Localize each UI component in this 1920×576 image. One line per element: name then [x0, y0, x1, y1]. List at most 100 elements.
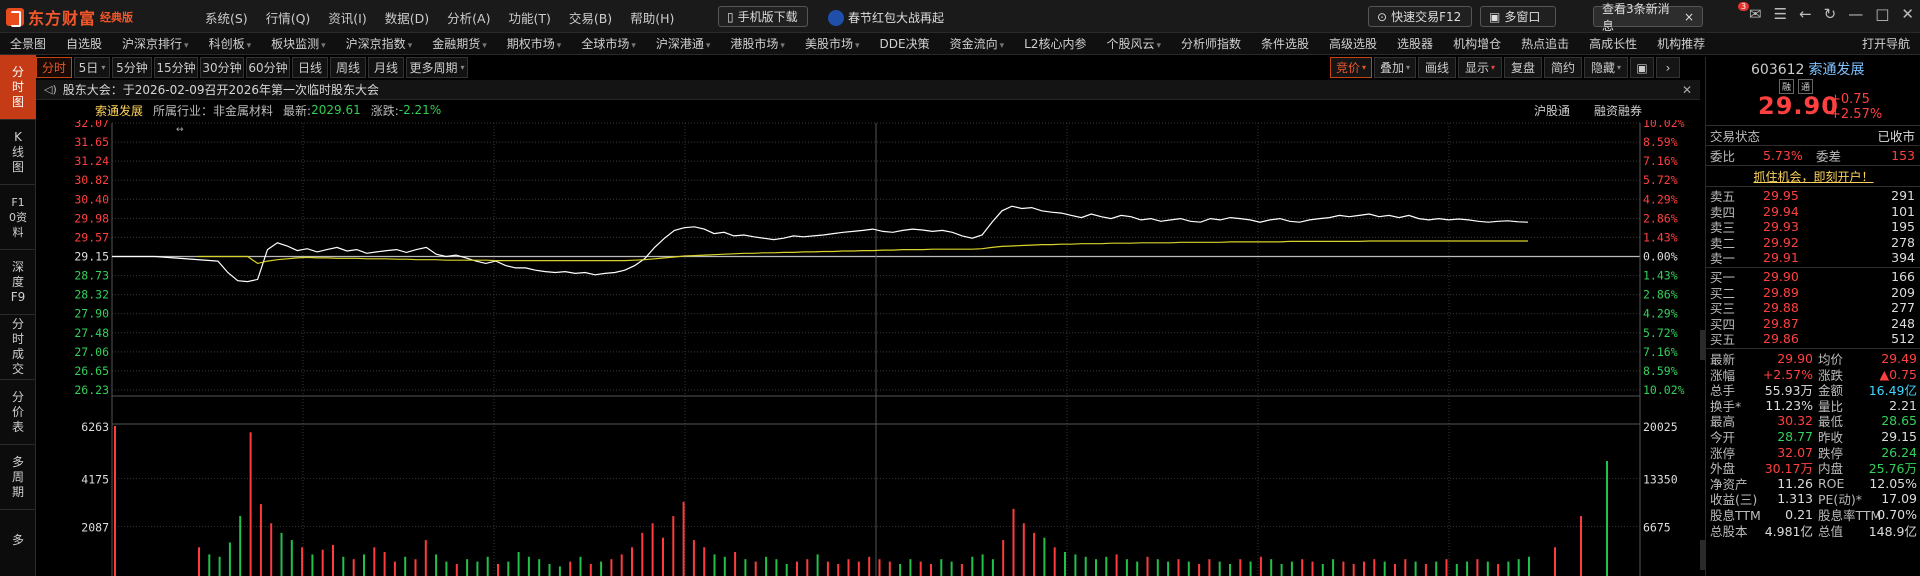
- menu-system[interactable]: 系统(S): [205, 8, 248, 27]
- menu-trade[interactable]: 交易(B): [569, 8, 612, 27]
- menu-help[interactable]: 帮助(H): [630, 8, 674, 27]
- mail-icon[interactable]: ✉: [1749, 5, 1762, 23]
- hk-connect-tag[interactable]: 沪股通: [1534, 102, 1570, 119]
- tab-f10[interactable]: F10资料: [0, 185, 36, 250]
- nav-item-6[interactable]: 金融期货 ▾: [422, 35, 497, 52]
- tab-more[interactable]: 多: [0, 510, 36, 570]
- nav-item-17[interactable]: 条件选股: [1251, 35, 1319, 52]
- nav-item-9[interactable]: 沪深港通 ▾: [646, 35, 721, 52]
- nav-item-19[interactable]: 选股器: [1387, 35, 1443, 52]
- nav-item-22[interactable]: 高成长性: [1579, 35, 1647, 52]
- nav-item-16[interactable]: 分析师指数: [1171, 35, 1251, 52]
- nav-item-24[interactable]: 打开导航: [1852, 35, 1920, 52]
- period-15min[interactable]: 15分钟: [154, 57, 198, 78]
- tab-ticks[interactable]: 分时成交: [0, 315, 36, 380]
- nav-item-1[interactable]: 自选股: [56, 35, 112, 52]
- nav-item-12[interactable]: DDE决策: [870, 35, 940, 52]
- period-60min[interactable]: 60分钟: [246, 57, 290, 78]
- menu-data[interactable]: 数据(D): [385, 8, 429, 27]
- mobile-download-button[interactable]: ▯ 手机版下载: [718, 6, 808, 27]
- ask-row[interactable]: 卖五 29.95 291: [1706, 188, 1920, 204]
- nav-item-8[interactable]: 全球市场 ▾: [571, 35, 646, 52]
- volume-bar: [1187, 561, 1190, 576]
- period-30min[interactable]: 30分钟: [200, 57, 244, 78]
- nav-item-10[interactable]: 港股市场 ▾: [720, 35, 795, 52]
- bid-row[interactable]: 买三 29.88 277: [1706, 300, 1920, 316]
- window-close-icon[interactable]: ✕: [1901, 5, 1914, 23]
- collapse-right-icon[interactable]: ›: [1656, 57, 1680, 78]
- close-icon[interactable]: ✕: [1682, 83, 1692, 97]
- tool-overlay[interactable]: 叠加 ▾: [1374, 57, 1416, 78]
- nav-item-14[interactable]: L2核心内参: [1014, 35, 1096, 52]
- ask-row[interactable]: 卖二 29.92 278: [1706, 235, 1920, 251]
- menu-analysis[interactable]: 分析(A): [447, 8, 490, 27]
- intraday-chart[interactable]: ↔ 32.07 31.65 31.24 30.82 30.40 29.98 29.57 29.…: [36, 120, 1700, 576]
- menu-function[interactable]: 功能(T): [508, 8, 550, 27]
- industry-value[interactable]: 非金属材料: [213, 102, 273, 119]
- tab-depth[interactable]: 深度F9: [0, 250, 36, 315]
- ask-row[interactable]: 卖一 29.91 394: [1706, 250, 1920, 266]
- volume-bar: [548, 564, 551, 576]
- redpack-icon: [828, 9, 844, 26]
- bid-row[interactable]: 买一 29.90 166: [1706, 269, 1920, 285]
- nav-item-11[interactable]: 美股市场 ▾: [795, 35, 870, 52]
- tab-timeshare[interactable]: 分时图: [0, 55, 36, 120]
- bid-row[interactable]: 买五 29.86 512: [1706, 331, 1920, 347]
- tab-price-table[interactable]: 分价表: [0, 380, 36, 445]
- nav-item-3[interactable]: 科创板 ▾: [199, 35, 262, 52]
- open-account-ad[interactable]: 抓住机会，即刻开户！: [1706, 168, 1920, 185]
- price-change: +0.75 +2.57%: [1830, 92, 1882, 122]
- tool-hide[interactable]: 隐藏 ▾: [1584, 57, 1628, 78]
- nav-item-20[interactable]: 机构增仓: [1443, 35, 1511, 52]
- quick-trade-button[interactable]: ⊙ 快速交易F12: [1368, 6, 1472, 27]
- period-timeshare[interactable]: 分时: [36, 57, 72, 78]
- nav-item-5[interactable]: 沪深京指数 ▾: [336, 35, 423, 52]
- redpack-banner[interactable]: 春节红包大战再起: [820, 7, 952, 28]
- menu-quote[interactable]: 行情(Q): [266, 8, 311, 27]
- tool-replay[interactable]: 复盘: [1504, 57, 1542, 78]
- refresh-icon[interactable]: ↻: [1824, 5, 1837, 23]
- volume-bar: [1363, 561, 1365, 576]
- nav-item-0[interactable]: 全景图: [0, 35, 56, 52]
- period-5day[interactable]: 5日 ▾: [74, 57, 110, 78]
- tool-display[interactable]: 显示 ▾: [1458, 57, 1502, 78]
- nav-item-21[interactable]: 热点追击: [1511, 35, 1579, 52]
- nav-item-label: 机构推荐: [1657, 37, 1706, 51]
- menu-info[interactable]: 资讯(I): [328, 8, 366, 27]
- news-button[interactable]: 查看3条新消息 ×: [1593, 2, 1703, 33]
- ask-row[interactable]: 卖三 29.93 195: [1706, 219, 1920, 235]
- tool-draw[interactable]: 画线: [1418, 57, 1456, 78]
- announcement-bar[interactable]: ◁) 股东大会：于2026-02-09召开2026年第一次临时股东大会 ✕: [36, 80, 1700, 100]
- close-icon[interactable]: ×: [1684, 10, 1694, 24]
- menu-icon[interactable]: ☰: [1774, 5, 1787, 23]
- ask-row[interactable]: 卖四 29.94 101: [1706, 204, 1920, 220]
- period-day[interactable]: 日线: [292, 57, 328, 78]
- nav-item-23[interactable]: 机构推荐: [1647, 35, 1715, 52]
- period-5min[interactable]: 5分钟: [112, 57, 152, 78]
- period-week[interactable]: 周线: [330, 57, 366, 78]
- bid-row[interactable]: 买四 29.87 248: [1706, 316, 1920, 332]
- nav-item-4[interactable]: 板块监测 ▾: [261, 35, 336, 52]
- nav-item-13[interactable]: 资金流向 ▾: [940, 35, 1015, 52]
- volume-bar: [1259, 556, 1262, 576]
- tab-kline[interactable]: K线图: [0, 120, 36, 185]
- news-label: 查看3条新消息: [1602, 1, 1670, 33]
- maximize-icon[interactable]: □: [1875, 5, 1889, 23]
- nav-item-15[interactable]: 个股风云 ▾: [1096, 35, 1171, 52]
- minimize-icon[interactable]: —: [1848, 5, 1863, 23]
- tool-simple[interactable]: 简约: [1544, 57, 1582, 78]
- back-icon[interactable]: ←: [1799, 5, 1812, 23]
- nav-item-18[interactable]: 高级选股: [1319, 35, 1387, 52]
- bid-row[interactable]: 买二 29.89 209: [1706, 285, 1920, 301]
- period-more[interactable]: 更多周期 ▾: [406, 57, 468, 78]
- nav-item-2[interactable]: 沪深京排行 ▾: [112, 35, 199, 52]
- nav-item-7[interactable]: 期权市场 ▾: [497, 35, 572, 52]
- tab-multi-period[interactable]: 多周期: [0, 445, 36, 510]
- stock-name-panel[interactable]: 索通发展: [1808, 62, 1864, 78]
- period-month[interactable]: 月线: [368, 57, 404, 78]
- margin-tag[interactable]: 融资融券: [1594, 102, 1642, 119]
- app-logo[interactable]: 东方财富 经典版: [6, 6, 156, 28]
- tool-auction[interactable]: 竞价 ▾: [1330, 57, 1372, 78]
- panel-toggle-icon[interactable]: ▣: [1630, 57, 1654, 78]
- multi-window-button[interactable]: ▣ 多窗口: [1480, 6, 1556, 27]
